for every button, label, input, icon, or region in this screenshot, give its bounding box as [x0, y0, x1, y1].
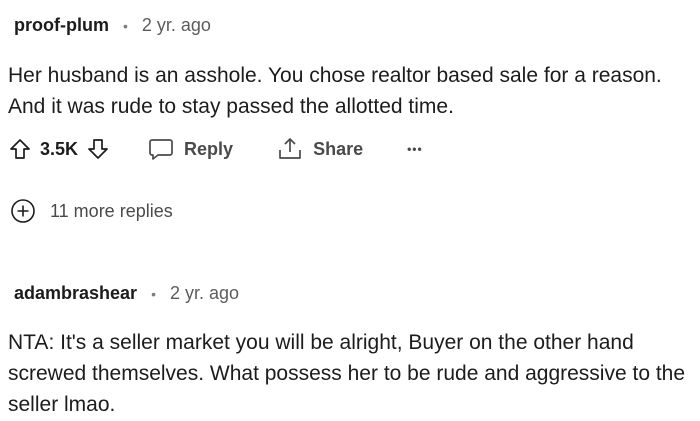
comment-timestamp[interactable]: 2 yr. ago: [170, 283, 239, 304]
comment-body: NTA: It's a seller market you will be al…: [8, 331, 686, 416]
upvote-icon[interactable]: [8, 137, 32, 161]
share-button[interactable]: Share: [277, 136, 363, 162]
meta-separator: •: [122, 17, 128, 34]
ellipsis-icon: •••: [407, 142, 423, 156]
meta-separator: •: [151, 285, 156, 302]
comment-meta: adambrashear • 2 yr. ago: [14, 283, 239, 304]
vote-score: 3.5K: [40, 138, 79, 159]
downvote-icon[interactable]: [86, 137, 110, 161]
comment-actions: 3.5K Reply Share •••: [8, 136, 423, 162]
speech-bubble-icon: [148, 137, 174, 161]
comment-author[interactable]: adambrashear: [14, 283, 137, 304]
more-replies-label: 11 more replies: [50, 200, 173, 221]
plus-circle-icon: [10, 198, 36, 224]
reply-label: Reply: [184, 138, 234, 159]
comment-author[interactable]: proof-plum: [14, 15, 109, 36]
share-label: Share: [313, 138, 364, 159]
reply-button[interactable]: Reply: [148, 137, 233, 161]
more-options-button[interactable]: •••: [407, 142, 423, 156]
comment-meta: proof-plum • 2 yr. ago: [14, 15, 211, 36]
comment-body: Her husband is an asshole. You chose rea…: [8, 64, 662, 118]
comment-timestamp[interactable]: 2 yr. ago: [142, 15, 211, 36]
more-replies-link[interactable]: 11 more replies: [10, 198, 173, 224]
share-icon: [277, 136, 303, 162]
